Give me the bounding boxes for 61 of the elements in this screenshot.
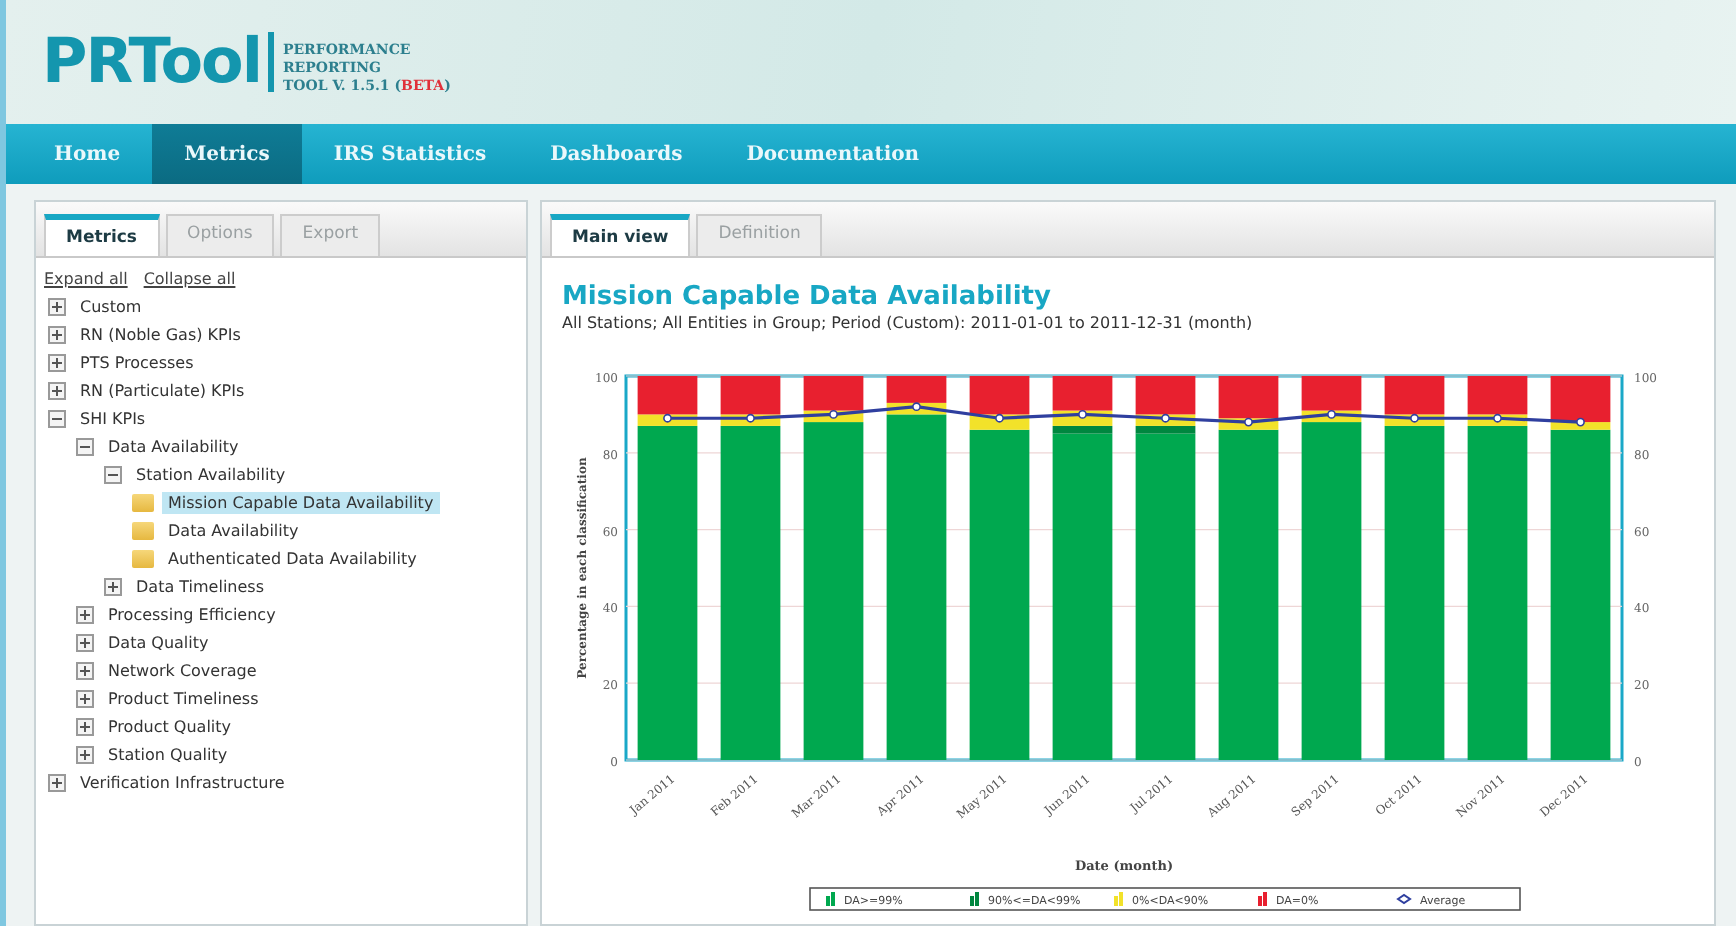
average-point (1161, 413, 1170, 423)
expand-toggle-icon[interactable] (76, 717, 94, 735)
expand-toggle-icon[interactable] (76, 689, 94, 707)
expand-toggle-icon[interactable] (104, 577, 122, 595)
tree-item[interactable]: Station Quality (102, 743, 234, 765)
diamond-icon (1396, 893, 1412, 905)
tree-item[interactable]: RN (Particulate) KPIs (74, 379, 251, 401)
tree-item[interactable]: Data Quality (102, 631, 215, 653)
average-point (1327, 410, 1336, 419)
nav-item[interactable]: Metrics (152, 124, 302, 184)
collapse-toggle-icon[interactable] (76, 437, 94, 455)
expand-toggle-icon[interactable] (48, 381, 66, 399)
expand-toggle-icon[interactable] (48, 325, 66, 343)
folder-icon (132, 549, 154, 567)
expand-toggle-icon[interactable] (76, 661, 94, 679)
tab[interactable]: Main view (550, 214, 691, 256)
tree-item[interactable]: PTS Processes (74, 351, 200, 373)
expand-toggle-icon[interactable] (76, 633, 94, 651)
expand-toggle-icon[interactable] (76, 745, 94, 763)
expand-toggle-icon[interactable] (48, 773, 66, 791)
tree-item[interactable]: Verification Infrastructure (74, 771, 291, 793)
bar-chart-icon (1258, 892, 1267, 906)
tree-item[interactable]: Data Timeliness (130, 575, 270, 597)
average-point (746, 413, 755, 423)
tree-item[interactable]: Network Coverage (102, 659, 263, 681)
tree-item[interactable]: Authenticated Data Availability (162, 547, 423, 569)
bar-chart-icon (1114, 892, 1123, 906)
tree-item[interactable]: Processing Efficiency (102, 603, 282, 625)
average-point (829, 410, 838, 419)
tree-item[interactable]: Station Availability (130, 463, 292, 485)
folder-icon (132, 493, 154, 511)
tree-item[interactable]: SHI KPIs (74, 407, 152, 429)
collapse-toggle-icon[interactable] (104, 465, 122, 483)
tree-item[interactable]: Custom (74, 295, 148, 317)
folder-icon (132, 521, 154, 539)
tree-item[interactable]: Product Quality (102, 715, 238, 737)
tree-item[interactable]: RN (Noble Gas) KPIs (74, 323, 247, 345)
average-point (995, 413, 1004, 423)
average-point (1078, 410, 1087, 419)
bar-chart-icon (826, 892, 835, 906)
average-point (663, 413, 672, 423)
logo: PRTool (42, 32, 275, 92)
average-point (912, 402, 921, 412)
collapse-toggle-icon[interactable] (48, 409, 66, 427)
expand-toggle-icon[interactable] (76, 605, 94, 623)
tree-item[interactable]: Product Timeliness (102, 687, 265, 709)
average-point (1244, 417, 1253, 427)
average-point (1493, 413, 1502, 423)
link[interactable]: Expand all (44, 270, 128, 288)
tree-item[interactable]: Data Availability (102, 435, 245, 457)
tree-item[interactable]: Data Availability (162, 519, 305, 541)
expand-toggle-icon[interactable] (48, 297, 66, 315)
chart-title: Mission Capable Data Availability (560, 280, 1053, 312)
bar-chart-icon (970, 892, 979, 906)
tree-item[interactable]: Mission Capable Data Availability (162, 491, 440, 513)
average-point (1576, 417, 1585, 427)
expand-toggle-icon[interactable] (48, 353, 66, 371)
tab[interactable]: Metrics (44, 214, 159, 256)
link[interactable]: Collapse all (143, 270, 236, 288)
average-point (1410, 413, 1419, 423)
chart-subtitle: All Stations; All Entities in Group; Period (Custom): 2011-01-01 to 2011-12-31 (month) (560, 312, 1255, 332)
